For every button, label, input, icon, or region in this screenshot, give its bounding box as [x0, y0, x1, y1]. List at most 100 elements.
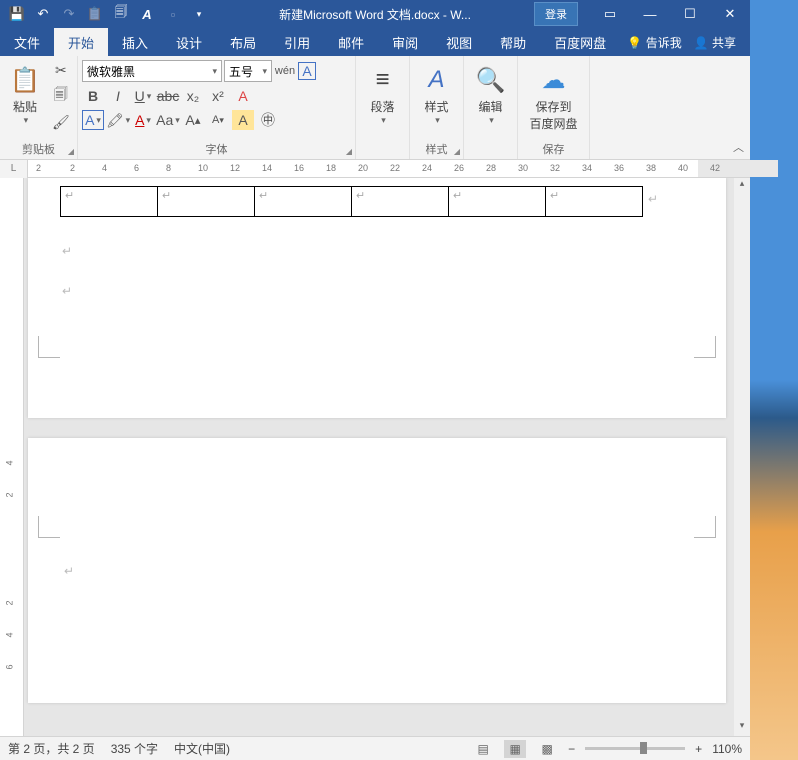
- highlight-icon[interactable]: 🖍▾: [107, 110, 129, 130]
- font-size-combo[interactable]: 五号▾: [224, 60, 272, 82]
- qat-btn-7[interactable]: ▫: [164, 5, 182, 23]
- qat-btn-5[interactable]: 🗐: [112, 5, 130, 23]
- tab-review[interactable]: 审阅: [378, 28, 432, 56]
- table-cell[interactable]: ↵: [158, 187, 255, 217]
- tell-me[interactable]: 💡 告诉我: [627, 34, 681, 51]
- strikethrough-icon[interactable]: abc: [157, 86, 179, 106]
- word-count[interactable]: 335 个字: [111, 740, 158, 757]
- vertical-ruler[interactable]: 4 2 2 4 6: [0, 178, 24, 736]
- paste-icon: 📋: [10, 62, 40, 98]
- tab-view[interactable]: 视图: [432, 28, 486, 56]
- tab-file[interactable]: 文件: [0, 28, 54, 56]
- clear-format-icon[interactable]: A: [232, 86, 254, 106]
- margin-corner-icon: [694, 336, 716, 358]
- zoom-level[interactable]: 110%: [712, 742, 742, 756]
- phonetic-guide-icon[interactable]: wén: [274, 61, 296, 81]
- scroll-down-icon[interactable]: ▾: [734, 720, 750, 736]
- copy-icon[interactable]: 🗐: [50, 86, 72, 106]
- print-layout-icon[interactable]: ▦: [504, 740, 526, 758]
- cut-icon[interactable]: ✂: [50, 60, 72, 80]
- char-border-icon[interactable]: A: [298, 62, 316, 80]
- save-icon[interactable]: 💾: [8, 5, 26, 23]
- styles-button[interactable]: A 样式 ▾: [414, 60, 459, 128]
- close-button[interactable]: ✕: [710, 0, 750, 28]
- tab-layout[interactable]: 布局: [216, 28, 270, 56]
- font-launcher-icon[interactable]: ◢: [346, 147, 352, 156]
- italic-icon[interactable]: I: [107, 86, 129, 106]
- clipboard-launcher-icon[interactable]: ◢: [68, 147, 74, 156]
- collapse-ribbon-icon[interactable]: ︿: [733, 139, 744, 155]
- baidu-cloud-icon: ☁: [542, 62, 566, 98]
- styles-launcher-icon[interactable]: ◢: [454, 147, 460, 156]
- enclose-char-icon[interactable]: ㊥: [257, 110, 279, 130]
- superscript-icon[interactable]: x²: [207, 86, 229, 106]
- paragraph-icon: ≡: [375, 62, 389, 98]
- group-label-font: 字体: [82, 139, 351, 159]
- group-label-save: 保存: [522, 139, 585, 159]
- bold-icon[interactable]: B: [82, 86, 104, 106]
- qat-btn-6[interactable]: A: [138, 5, 156, 23]
- group-paragraph: ≡ 段落 ▾: [356, 56, 410, 159]
- ribbon-display-icon[interactable]: ▭: [590, 0, 630, 28]
- paragraph-button[interactable]: ≡ 段落 ▾: [360, 60, 405, 128]
- maximize-button[interactable]: ☐: [670, 0, 710, 28]
- page-indicator[interactable]: 第 2 页，共 2 页: [8, 740, 95, 757]
- group-styles: A 样式 ▾ 样式 ◢: [410, 56, 464, 159]
- paragraph-mark: ↵: [62, 244, 72, 258]
- subscript-icon[interactable]: x₂: [182, 86, 204, 106]
- paste-button[interactable]: 📋 粘贴 ▾: [4, 60, 46, 132]
- vertical-scrollbar[interactable]: ▴ ▾: [734, 178, 750, 736]
- table-cell[interactable]: ↵: [61, 187, 158, 217]
- document-table[interactable]: ↵ ↵ ↵ ↵ ↵ ↵: [60, 186, 643, 217]
- tab-selector[interactable]: L: [0, 160, 28, 178]
- margin-corner-icon: [694, 516, 716, 538]
- page-2[interactable]: ↵: [28, 438, 726, 703]
- zoom-slider[interactable]: [585, 747, 685, 750]
- login-button[interactable]: 登录: [534, 2, 578, 26]
- page-container[interactable]: ↵ ↵ ↵ ↵ ↵ ↵ ↵ ↵ ↵ ↵: [24, 178, 750, 736]
- save-baidu-button[interactable]: ☁ 保存到 百度网盘: [522, 60, 585, 134]
- tab-mailings[interactable]: 邮件: [324, 28, 378, 56]
- text-effects-icon[interactable]: A▾: [82, 110, 104, 130]
- page-1[interactable]: ↵ ↵ ↵ ↵ ↵ ↵ ↵ ↵ ↵: [28, 178, 726, 418]
- title-bar: 💾 ↶ ↷ 📋 🗐 A ▫ ▾ 新建Microsoft Word 文档.docx…: [0, 0, 750, 28]
- zoom-out-button[interactable]: −: [568, 742, 575, 756]
- find-icon: 🔍: [476, 62, 506, 98]
- group-editing: 🔍 编辑 ▾: [464, 56, 518, 159]
- font-name-combo[interactable]: 微软雅黑▾: [82, 60, 222, 82]
- language-indicator[interactable]: 中文(中国): [174, 740, 230, 757]
- table-cell[interactable]: ↵: [352, 187, 449, 217]
- paragraph-mark: ↵: [62, 284, 72, 298]
- shrink-font-icon[interactable]: A▾: [207, 110, 229, 130]
- tab-help[interactable]: 帮助: [486, 28, 540, 56]
- char-shading-icon[interactable]: A: [232, 110, 254, 130]
- table-cell[interactable]: ↵: [546, 187, 643, 217]
- qat-customize-icon[interactable]: ▾: [190, 5, 208, 23]
- group-clipboard: 📋 粘贴 ▾ ✂ 🗐 🖌 剪贴板 ◢: [0, 56, 78, 159]
- tab-design[interactable]: 设计: [162, 28, 216, 56]
- share-button[interactable]: 👤 共享: [694, 34, 736, 51]
- zoom-in-button[interactable]: +: [695, 742, 702, 756]
- tab-baidu[interactable]: 百度网盘: [540, 28, 620, 56]
- undo-icon[interactable]: ↶: [34, 5, 52, 23]
- minimize-button[interactable]: —: [630, 0, 670, 28]
- table-row[interactable]: ↵ ↵ ↵ ↵ ↵ ↵: [61, 187, 643, 217]
- paragraph-mark: ↵: [648, 192, 658, 206]
- tab-home[interactable]: 开始: [54, 28, 108, 56]
- underline-icon[interactable]: U▾: [132, 86, 154, 106]
- redo-icon[interactable]: ↷: [60, 5, 78, 23]
- table-cell[interactable]: ↵: [449, 187, 546, 217]
- web-layout-icon[interactable]: ▩: [536, 740, 558, 758]
- editing-button[interactable]: 🔍 编辑 ▾: [468, 60, 513, 128]
- tab-references[interactable]: 引用: [270, 28, 324, 56]
- change-case-icon[interactable]: Aa▾: [157, 110, 179, 130]
- tab-insert[interactable]: 插入: [108, 28, 162, 56]
- scroll-up-icon[interactable]: ▴: [734, 178, 750, 194]
- grow-font-icon[interactable]: A▴: [182, 110, 204, 130]
- table-cell[interactable]: ↵: [255, 187, 352, 217]
- qat-btn-4[interactable]: 📋: [86, 5, 104, 23]
- font-color-icon[interactable]: A▾: [132, 110, 154, 130]
- read-mode-icon[interactable]: ▤: [472, 740, 494, 758]
- horizontal-ruler[interactable]: L 2 2 4 6 8 10 12 14 16 18 20 22 24 26 2…: [0, 160, 750, 178]
- format-painter-icon[interactable]: 🖌: [50, 112, 72, 132]
